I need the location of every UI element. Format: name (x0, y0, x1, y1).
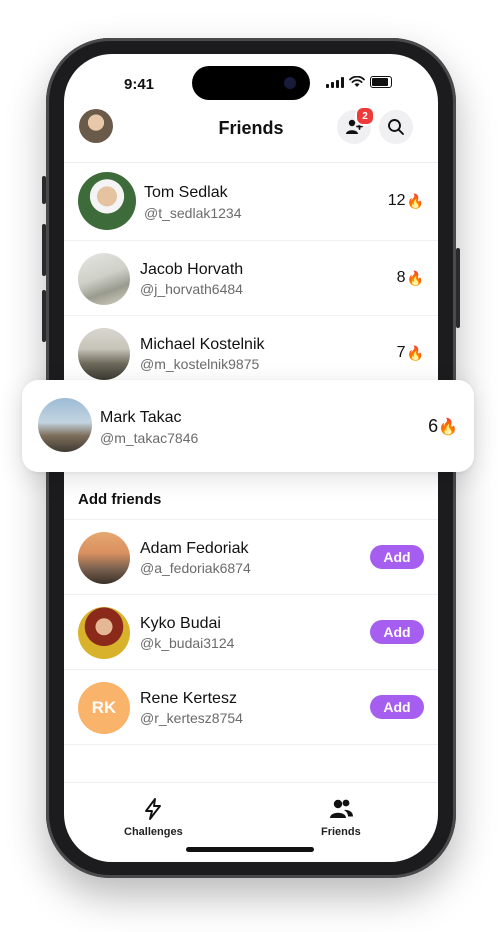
avatar (78, 172, 136, 230)
initials-avatar: RK (78, 682, 130, 734)
camera-icon (284, 77, 296, 89)
streak-value: 12 (387, 192, 406, 209)
battery-icon (370, 76, 392, 88)
friend-name: Adam Fedoriak (140, 540, 249, 557)
streak-value: 7 (396, 344, 406, 361)
lightning-icon (145, 798, 162, 820)
tab-label: Challenges (124, 826, 183, 838)
suggestion-row[interactable]: RK Rene Kertesz @r_kertesz8754 Add (64, 670, 438, 745)
friend-row[interactable]: Jacob Horvath @j_horvath6484 8 🔥 (64, 241, 438, 316)
fire-icon: 🔥 (406, 192, 424, 209)
fire-icon: 🔥 (406, 344, 424, 361)
power-button (456, 248, 460, 328)
home-indicator[interactable] (186, 847, 314, 852)
search-button[interactable] (379, 110, 413, 144)
highlighted-friend-card[interactable]: Mark Takac @m_takac7846 6🔥 (22, 380, 474, 472)
friend-name: Tom Sedlak (144, 184, 228, 201)
streak-count: 7 🔥 (397, 344, 424, 362)
friend-name: Rene Kertesz (140, 690, 237, 707)
friend-row[interactable]: Tom Sedlak @t_sedlak1234 12 🔥 (64, 162, 438, 241)
streak-count: 6🔥 (428, 416, 458, 437)
search-icon (388, 119, 404, 135)
fire-icon: 🔥 (438, 419, 458, 436)
tab-challenges[interactable]: Challenges (124, 797, 183, 838)
friend-name: Michael Kostelnik (140, 336, 265, 353)
section-title: Add friends (78, 491, 162, 508)
suggestion-row[interactable]: Adam Fedoriak @a_fedoriak6874 Add (64, 520, 438, 595)
status-icons (326, 76, 392, 88)
friend-name: Jacob Horvath (140, 261, 244, 278)
friend-handle: @k_budai3124 (140, 635, 235, 651)
add-button[interactable]: Add (370, 695, 424, 719)
users-icon (329, 799, 353, 818)
add-friends-section: Add friends (64, 483, 438, 520)
friend-handle: @j_horvath6484 (140, 281, 243, 297)
add-button[interactable]: Add (370, 545, 424, 569)
tab-friends[interactable]: Friends (321, 797, 361, 838)
signal-icon (326, 76, 344, 88)
friend-handle: @m_takac7846 (100, 430, 199, 446)
tab-label: Friends (321, 826, 361, 838)
friend-name: Mark Takac (100, 409, 182, 426)
avatar (78, 607, 130, 659)
wifi-icon (349, 76, 365, 87)
avatar (78, 253, 130, 305)
friend-name: Kyko Budai (140, 615, 221, 632)
streak-value: 8 (396, 269, 406, 286)
friend-requests-button[interactable]: 2 (337, 106, 375, 144)
app-header: Friends 2 (64, 106, 438, 163)
avatar (78, 328, 130, 380)
avatar (38, 398, 92, 452)
status-time: 9:41 (124, 76, 155, 93)
volume-down-button (42, 290, 46, 342)
friend-handle: @r_kertesz8754 (140, 710, 243, 726)
volume-up-button (42, 224, 46, 276)
add-button[interactable]: Add (370, 620, 424, 644)
mute-switch (42, 176, 46, 204)
requests-badge: 2 (355, 106, 375, 126)
streak-value: 6 (428, 416, 439, 436)
fire-icon: 🔥 (406, 269, 424, 286)
dynamic-island (192, 66, 310, 100)
friend-handle: @t_sedlak1234 (144, 205, 242, 221)
friend-handle: @a_fedoriak6874 (140, 560, 251, 576)
streak-count: 8 🔥 (397, 269, 424, 287)
avatar (78, 532, 130, 584)
suggestion-row[interactable]: Kyko Budai @k_budai3124 Add (64, 595, 438, 670)
friend-handle: @m_kostelnik9875 (140, 356, 260, 372)
streak-count: 12 🔥 (388, 192, 424, 210)
